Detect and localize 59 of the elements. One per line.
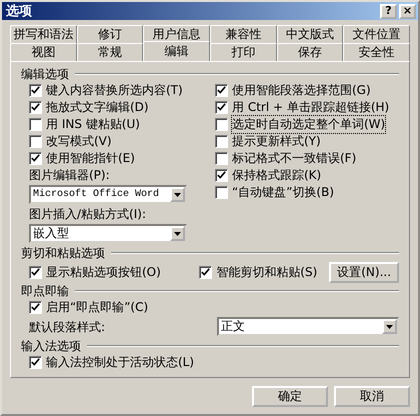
- checkbox[interactable]: [215, 84, 228, 97]
- field-label: 默认段落样式:: [29, 318, 106, 336]
- tab[interactable]: 编辑: [143, 41, 210, 61]
- checkbox[interactable]: [215, 135, 228, 148]
- checkbox[interactable]: [29, 152, 42, 165]
- section-title: 剪切和粘贴选项: [21, 244, 105, 262]
- dialog-button[interactable]: 确定: [252, 386, 328, 407]
- checkbox[interactable]: [215, 169, 228, 182]
- checkbox-label[interactable]: 提示更新样式(Y): [232, 133, 321, 150]
- settings-button[interactable]: 设置(N)...: [329, 262, 399, 282]
- checkbox-label[interactable]: 启用“即点即输”(C): [46, 299, 148, 316]
- section-title: 输入法选项: [21, 338, 81, 354]
- section-title: 即点即输: [21, 282, 69, 300]
- checkbox[interactable]: [29, 266, 42, 278]
- tab[interactable]: 打印: [210, 43, 277, 61]
- help-button[interactable]: ?: [380, 4, 397, 18]
- checkbox-label[interactable]: 选定时自动选定整个单词(W): [232, 116, 386, 133]
- tab[interactable]: 安全性: [343, 43, 410, 61]
- checkbox-label[interactable]: 使用智能段落选择范围(G): [232, 82, 371, 99]
- tab[interactable]: 拼写和语法: [10, 25, 77, 43]
- checkbox[interactable]: [199, 266, 212, 278]
- checkbox-label[interactable]: 拖放式文字编辑(D): [46, 99, 149, 116]
- checkbox-label[interactable]: 用 INS 键粘贴(U): [46, 116, 140, 133]
- tab[interactable]: 保存: [276, 43, 344, 61]
- window-title: 选项: [6, 3, 32, 20]
- checkbox[interactable]: [29, 356, 42, 369]
- checkbox-label[interactable]: 输入法控制处于活动状态(L): [46, 354, 194, 371]
- checkbox-label[interactable]: 保持格式跟踪(K): [232, 167, 322, 184]
- tab[interactable]: 中文版式: [276, 25, 344, 43]
- section-title: 编辑选项: [21, 66, 69, 82]
- field-label: 图片编辑器(P):: [29, 167, 110, 184]
- checkbox-label[interactable]: 智能剪切和粘贴(S): [216, 264, 318, 280]
- checkbox-label[interactable]: 用 Ctrl + 单击跟踪超链接(H): [232, 99, 390, 116]
- checkbox[interactable]: [29, 118, 42, 131]
- tab[interactable]: 常规: [76, 43, 144, 61]
- checkbox[interactable]: [215, 186, 228, 199]
- checkbox[interactable]: [215, 118, 228, 131]
- dropdown[interactable]: 正文: [217, 317, 399, 336]
- field-label: 图片插入/粘贴方式(I):: [29, 206, 146, 223]
- checkbox[interactable]: [29, 135, 42, 148]
- checkbox-label[interactable]: “自动键盘”切换(B): [232, 184, 334, 201]
- dropdown[interactable]: 嵌入型: [29, 224, 187, 243]
- checkbox-label[interactable]: 使用智能指针(E): [46, 150, 135, 167]
- dropdown[interactable]: Microsoft Office Word: [29, 185, 187, 204]
- tab[interactable]: 兼容性: [210, 25, 277, 43]
- checkbox[interactable]: [29, 301, 42, 314]
- checkbox-label[interactable]: 键入内容替换所选内容(T): [46, 82, 183, 99]
- dialog-button[interactable]: 取消: [334, 386, 410, 407]
- checkbox-label[interactable]: 改写模式(V): [46, 133, 112, 150]
- tab[interactable]: 视图: [10, 43, 77, 61]
- checkbox[interactable]: [29, 84, 42, 97]
- checkbox[interactable]: [215, 152, 228, 165]
- tab[interactable]: 文件位置: [343, 25, 410, 43]
- close-button[interactable]: ×: [399, 4, 416, 18]
- tab[interactable]: 修订: [76, 25, 144, 43]
- checkbox[interactable]: [215, 101, 228, 114]
- checkbox[interactable]: [29, 101, 42, 114]
- checkbox-label[interactable]: 标记格式不一致错误(F): [232, 150, 356, 167]
- checkbox-label[interactable]: 显示粘贴选项按钮(O): [46, 264, 161, 280]
